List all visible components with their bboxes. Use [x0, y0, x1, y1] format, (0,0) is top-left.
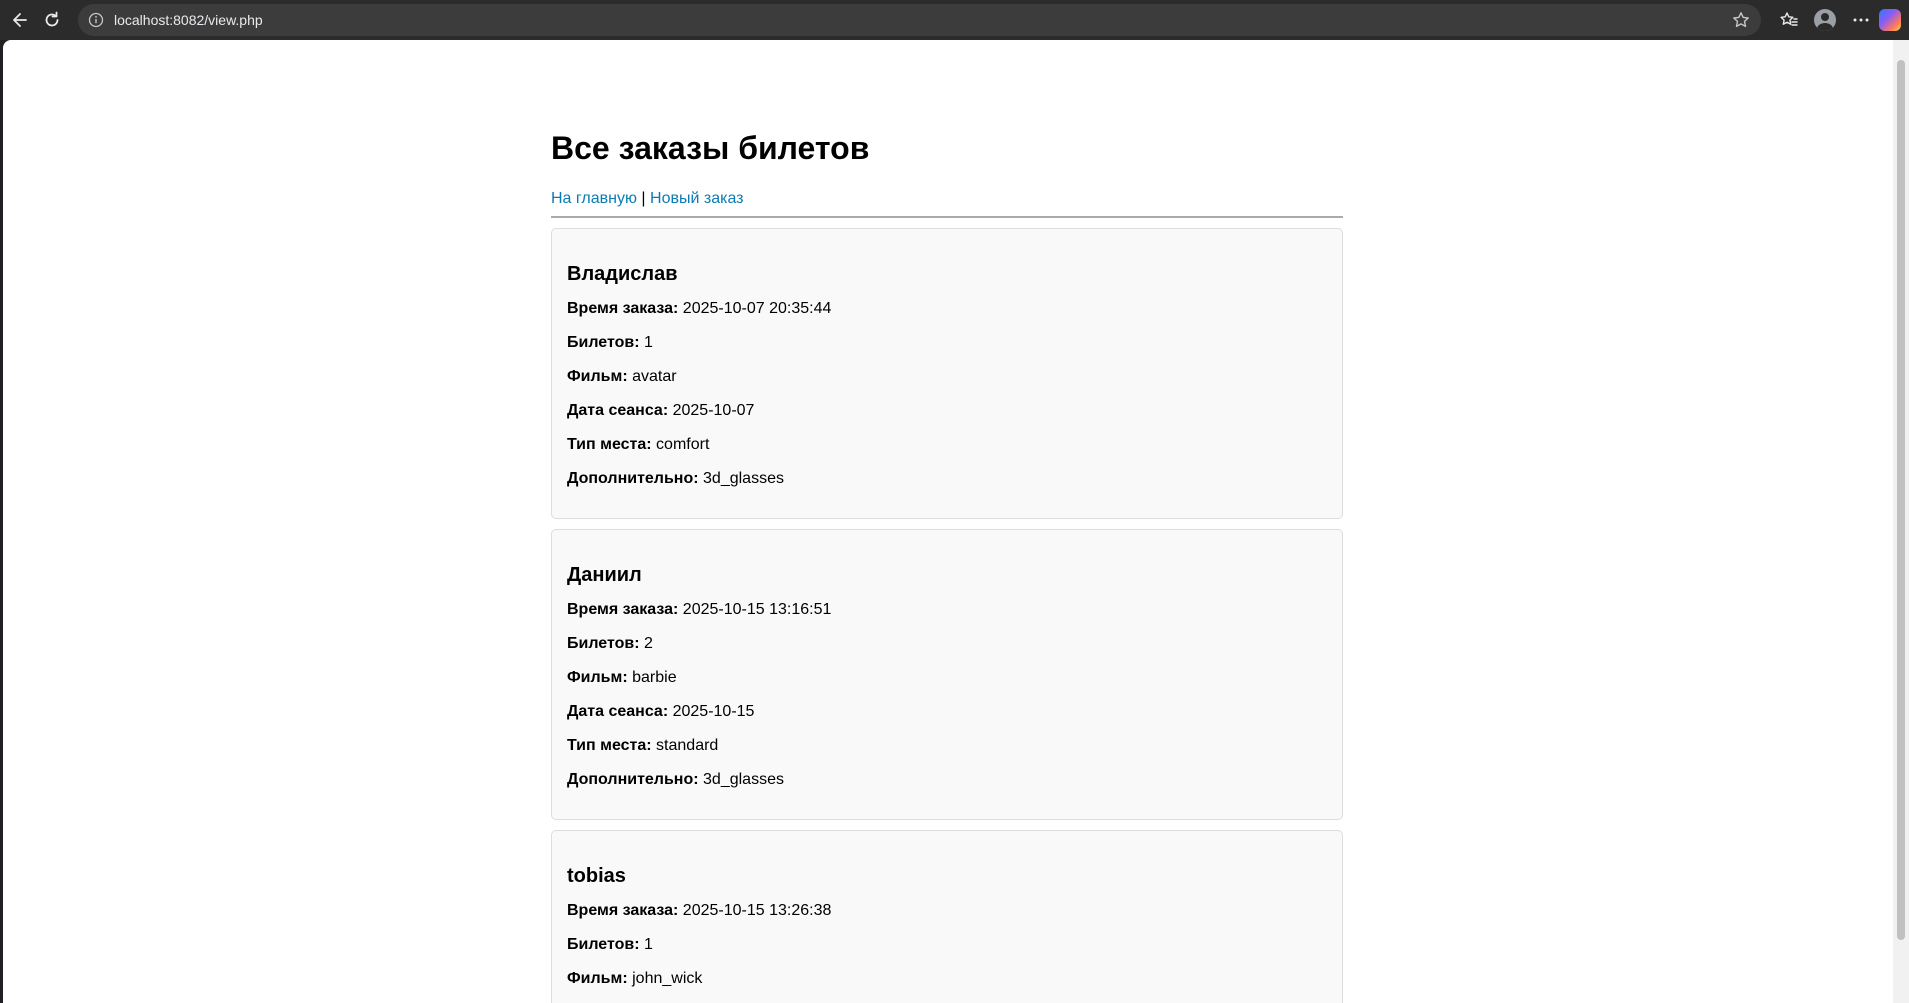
order-tickets-field: Билетов: 2	[567, 634, 1327, 653]
field-label: Тип места:	[567, 436, 652, 453]
reload-icon	[45, 11, 59, 27]
order-tickets-field: Билетов: 1	[567, 333, 1327, 352]
avatar-icon	[1814, 9, 1836, 31]
toolbar-actions	[1771, 4, 1909, 36]
back-button[interactable]	[4, 4, 36, 36]
order-customer-name: tobias	[567, 865, 626, 887]
field-label: Фильм:	[567, 368, 628, 385]
field-label: Дополнительно:	[567, 771, 699, 788]
nav-links: На главную | Новый заказ	[551, 188, 1343, 210]
new-order-link[interactable]: Новый заказ	[650, 190, 743, 207]
field-label: Дата сеанса:	[567, 402, 669, 419]
arrow-left-icon	[13, 13, 27, 27]
order-customer-name: Владислав	[567, 263, 678, 285]
url-text[interactable]: localhost:8082/view.php	[114, 12, 1731, 28]
order-tickets-field: Билетов: 1	[567, 935, 1327, 954]
more-menu-button[interactable]	[1843, 4, 1879, 36]
field-value: 3d_glasses	[703, 771, 784, 788]
order-time-field: Время заказа: 2025-10-15 13:16:51	[567, 600, 1327, 619]
field-value: barbie	[632, 669, 677, 686]
field-value: 3d_glasses	[703, 470, 784, 487]
field-value: 2025-10-07	[672, 402, 755, 419]
order-date-field: Дата сеанса: 2025-10-15	[567, 702, 1327, 721]
field-label: Билетов:	[567, 936, 640, 953]
order-film-field: Фильм: barbie	[567, 668, 1327, 687]
order-card: tobias Время заказа: 2025-10-15 13:26:38…	[551, 830, 1343, 1003]
field-label: Время заказа:	[567, 300, 679, 317]
link-separator: |	[641, 190, 646, 207]
order-seat-field: Тип места: comfort	[567, 435, 1327, 454]
favorites-icon	[1780, 12, 1798, 26]
browser-toolbar: localhost:8082/view.php	[0, 0, 1909, 40]
field-label: Время заказа:	[567, 902, 679, 919]
field-value: 2025-10-07 20:35:44	[682, 300, 832, 317]
field-value: standard	[656, 737, 719, 754]
field-value: 2025-10-15 13:16:51	[682, 601, 832, 618]
order-film-field: Фильм: avatar	[567, 367, 1327, 386]
field-value: john_wick	[632, 970, 703, 987]
favorites-button[interactable]	[1771, 4, 1807, 36]
page-content: Все заказы билетов На главную | Новый за…	[551, 40, 1343, 1003]
field-label: Фильм:	[567, 970, 628, 987]
field-value: 1	[644, 334, 653, 351]
reload-button[interactable]	[36, 4, 68, 36]
order-time-field: Время заказа: 2025-10-15 13:26:38	[567, 901, 1327, 920]
copilot-icon[interactable]	[1879, 9, 1901, 31]
scroll-thumb[interactable]	[1897, 60, 1905, 940]
star-icon[interactable]	[1731, 10, 1751, 30]
order-seat-field: Тип места: standard	[567, 736, 1327, 755]
order-date-field: Дата сеанса: 2025-10-07	[567, 401, 1327, 420]
field-label: Фильм:	[567, 669, 628, 686]
order-time-field: Время заказа: 2025-10-07 20:35:44	[567, 299, 1327, 318]
field-label: Билетов:	[567, 334, 640, 351]
field-value: comfort	[656, 436, 710, 453]
order-customer-name: Даниил	[567, 564, 642, 586]
page-scrollbar[interactable]	[1893, 40, 1909, 1003]
field-value: 2	[644, 635, 653, 652]
order-card: Владислав Время заказа: 2025-10-07 20:35…	[551, 228, 1343, 519]
field-value: 2025-10-15 13:26:38	[682, 902, 832, 919]
order-card: Даниил Время заказа: 2025-10-15 13:16:51…	[551, 529, 1343, 820]
home-link[interactable]: На главную	[551, 190, 637, 207]
order-extra-field: Дополнительно: 3d_glasses	[567, 770, 1327, 789]
page-title: Все заказы билетов	[551, 130, 870, 166]
field-value: 1	[644, 936, 653, 953]
divider	[551, 216, 1343, 218]
field-label: Дата сеанса:	[567, 703, 669, 720]
field-label: Билетов:	[567, 635, 640, 652]
field-label: Время заказа:	[567, 601, 679, 618]
field-value: 2025-10-15	[672, 703, 755, 720]
info-icon[interactable]	[88, 12, 104, 28]
field-label: Тип места:	[567, 737, 652, 754]
more-icon	[1853, 18, 1869, 22]
field-value: avatar	[632, 368, 677, 385]
field-label: Дополнительно:	[567, 470, 699, 487]
page-viewport: Все заказы билетов На главную | Новый за…	[3, 40, 1893, 1003]
order-extra-field: Дополнительно: 3d_glasses	[567, 469, 1327, 488]
profile-button[interactable]	[1807, 4, 1843, 36]
order-film-field: Фильм: john_wick	[567, 969, 1327, 988]
address-bar[interactable]: localhost:8082/view.php	[78, 4, 1761, 36]
